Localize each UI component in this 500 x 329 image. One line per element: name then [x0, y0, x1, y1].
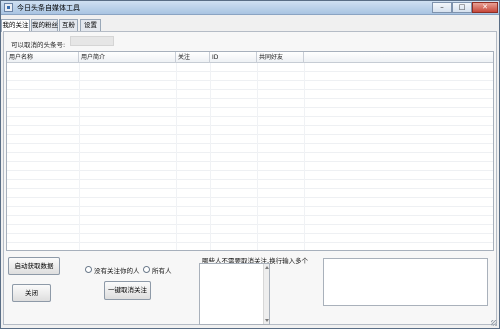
- maximize-button[interactable]: □: [452, 2, 472, 13]
- radio-circle[interactable]: [143, 266, 150, 273]
- scroll-down-arrow-icon[interactable]: [265, 319, 269, 322]
- radio-not-following-back[interactable]: 没有关注你的人: [85, 266, 145, 275]
- column-header-username[interactable]: 用户名称: [7, 52, 79, 63]
- tab-settings[interactable]: 设置: [80, 19, 101, 31]
- column-header-mutual-friends[interactable]: 共同好友: [257, 52, 304, 63]
- vertical-scrollbar[interactable]: [263, 264, 269, 324]
- tab-mutual[interactable]: 互粉: [59, 19, 78, 31]
- table-header: 用户名称 用户简介 关注 ID 共同好友: [7, 52, 493, 63]
- cancelable-number-label: 可以取消的头条号:: [11, 41, 66, 49]
- radio-circle[interactable]: [85, 266, 92, 273]
- column-divider: [176, 63, 177, 250]
- column-header-filler: [304, 52, 493, 63]
- follow-list-table[interactable]: 用户名称 用户简介 关注 ID 共同好友: [6, 51, 494, 251]
- resize-grip-icon[interactable]: [491, 320, 497, 326]
- exclude-list-textarea[interactable]: [199, 263, 270, 325]
- column-header-bio[interactable]: 用户简介: [79, 52, 176, 63]
- column-divider: [210, 63, 211, 250]
- radio-label: 没有关注你的人: [94, 267, 140, 275]
- main-window: 今日头条自媒体工具 – □ ✕ 我的关注 我的粉丝 互粉 设置 可以取消的头条号…: [0, 0, 500, 329]
- tab-my-fans[interactable]: 我的粉丝: [31, 19, 58, 31]
- column-divider: [304, 63, 305, 250]
- cancelable-number-field[interactable]: [70, 36, 114, 46]
- column-divider: [79, 63, 80, 250]
- notes-textarea[interactable]: [323, 258, 488, 306]
- start-fetch-button[interactable]: 启动获取数据: [8, 257, 60, 275]
- column-divider: [257, 63, 258, 250]
- minimize-button[interactable]: –: [432, 2, 452, 13]
- window-title: 今日头条自媒体工具: [17, 4, 80, 12]
- radio-everyone[interactable]: 所有人: [143, 266, 173, 275]
- close-window-button[interactable]: ✕: [472, 2, 498, 13]
- column-header-follow[interactable]: 关注: [176, 52, 210, 63]
- table-body[interactable]: [7, 63, 493, 250]
- unfollow-all-button[interactable]: 一键取消关注: [104, 281, 151, 300]
- radio-label: 所有人: [152, 267, 172, 275]
- title-bar[interactable]: 今日头条自媒体工具 – □ ✕: [1, 1, 499, 15]
- column-header-id[interactable]: ID: [210, 52, 257, 63]
- scroll-up-arrow-icon[interactable]: [265, 266, 269, 269]
- close-button[interactable]: 关闭: [12, 284, 51, 302]
- app-icon: [4, 3, 13, 12]
